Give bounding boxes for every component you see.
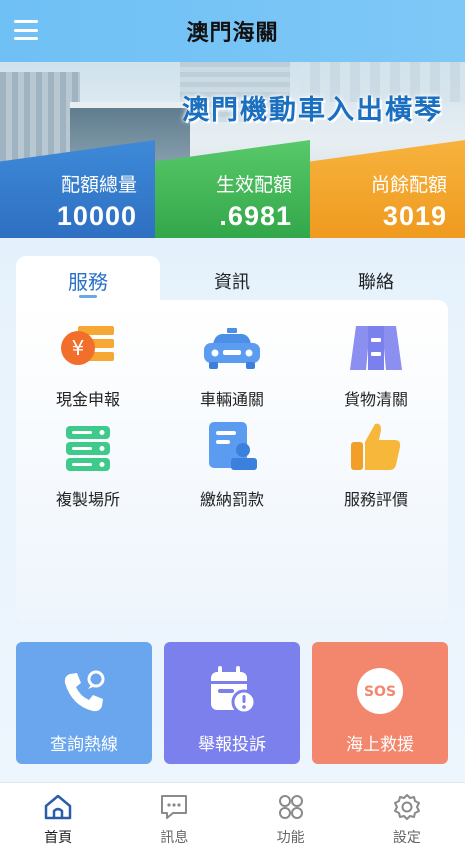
stat-value: .6981 bbox=[219, 201, 292, 231]
thumbs-up-icon bbox=[304, 420, 448, 472]
sos-icon: SOS bbox=[312, 652, 448, 716]
banner-title: 澳門機動車入出橫琴 bbox=[182, 95, 443, 125]
pay-fine-icon bbox=[160, 420, 304, 472]
service-pay-fine[interactable]: 繳納罰款 bbox=[160, 420, 304, 510]
service-label: 車輛通關 bbox=[199, 392, 264, 409]
hamburger-menu-icon[interactable] bbox=[14, 20, 38, 40]
stat-label: 配額總量 bbox=[60, 175, 137, 196]
stat-value: 3019 bbox=[382, 201, 447, 231]
stat-label: 生效配額 bbox=[215, 175, 292, 196]
service-rating[interactable]: 服務評價 bbox=[304, 420, 448, 510]
bottom-navigation: 首頁 訊息 功能 設定 bbox=[0, 782, 465, 852]
report-complaint-button[interactable]: 舉報投訴 bbox=[164, 642, 300, 764]
message-icon bbox=[116, 793, 232, 821]
car-icon bbox=[160, 320, 304, 372]
calendar-alert-icon bbox=[164, 652, 300, 716]
tab-services[interactable]: 服務 bbox=[16, 256, 160, 302]
page-title: 澳門海關 bbox=[186, 20, 279, 45]
service-label: 貨物清關 bbox=[343, 392, 408, 409]
nav-messages[interactable]: 訊息 bbox=[116, 783, 232, 852]
tab-label: 服務 bbox=[68, 272, 108, 294]
cash-declaration-icon: ¥ bbox=[16, 320, 160, 372]
server-icon bbox=[16, 420, 160, 472]
nav-home[interactable]: 首頁 bbox=[0, 783, 116, 852]
service-copy-premises[interactable]: 複製場所 bbox=[16, 420, 160, 510]
nav-functions[interactable]: 功能 bbox=[233, 783, 349, 852]
nav-label: 首頁 bbox=[44, 829, 73, 845]
settings-icon bbox=[349, 793, 465, 821]
service-label: 繳納罰款 bbox=[199, 492, 264, 509]
tab-information[interactable]: 資訊 bbox=[160, 256, 304, 302]
nav-label: 功能 bbox=[276, 829, 305, 845]
tab-bar: 服務 資訊 聯絡 bbox=[16, 256, 448, 302]
tile-label: 查詢熱線 bbox=[50, 735, 118, 754]
tab-label: 資訊 bbox=[214, 272, 250, 292]
cargo-clearance-icon bbox=[304, 320, 448, 372]
stat-label: 尚餘配額 bbox=[370, 175, 447, 196]
service-cargo-clearance[interactable]: 貨物清關 bbox=[304, 320, 448, 410]
stat-remaining-quota: 尚餘配額 3019 bbox=[310, 140, 465, 238]
home-icon bbox=[0, 793, 116, 821]
grid-icon bbox=[233, 793, 349, 821]
quota-banner: 澳門機動車入出橫琴 配額總量 10000 生效配額 .6981 尚餘配額 301… bbox=[0, 62, 465, 238]
nav-label: 設定 bbox=[392, 829, 421, 845]
sos-icon-text: SOS bbox=[364, 684, 396, 700]
tab-label: 聯絡 bbox=[358, 272, 394, 292]
hotline-button[interactable]: 查詢熱線 bbox=[16, 642, 152, 764]
service-cash-declaration[interactable]: ¥ 現金申報 bbox=[16, 320, 160, 410]
sea-rescue-button[interactable]: SOS 海上救援 bbox=[312, 642, 448, 764]
stat-value: 10000 bbox=[56, 201, 137, 231]
app-header: 澳門海關 bbox=[0, 0, 465, 62]
tab-contact[interactable]: 聯絡 bbox=[304, 256, 448, 302]
nav-settings[interactable]: 設定 bbox=[349, 783, 465, 852]
tab-content: ¥ 現金申報 車輛通關 貨物清關 複製場所 繳納罰款 服務評價 bbox=[16, 300, 448, 622]
service-tabs-card: ¥ 現金申報 車輛通關 貨物清關 複製場所 繳納罰款 服務評價 服務 資訊 聯絡 bbox=[16, 256, 448, 622]
active-tab-indicator bbox=[79, 295, 97, 298]
nav-label: 訊息 bbox=[160, 829, 189, 845]
service-label: 複製場所 bbox=[55, 492, 120, 509]
phone-icon bbox=[16, 652, 152, 716]
service-label: 現金申報 bbox=[55, 392, 120, 409]
svg-text:¥: ¥ bbox=[72, 336, 85, 360]
service-vehicle-clearance[interactable]: 車輛通關 bbox=[160, 320, 304, 410]
service-label: 服務評價 bbox=[343, 492, 408, 509]
tile-label: 舉報投訴 bbox=[198, 735, 266, 754]
tile-label: 海上救援 bbox=[346, 735, 414, 754]
